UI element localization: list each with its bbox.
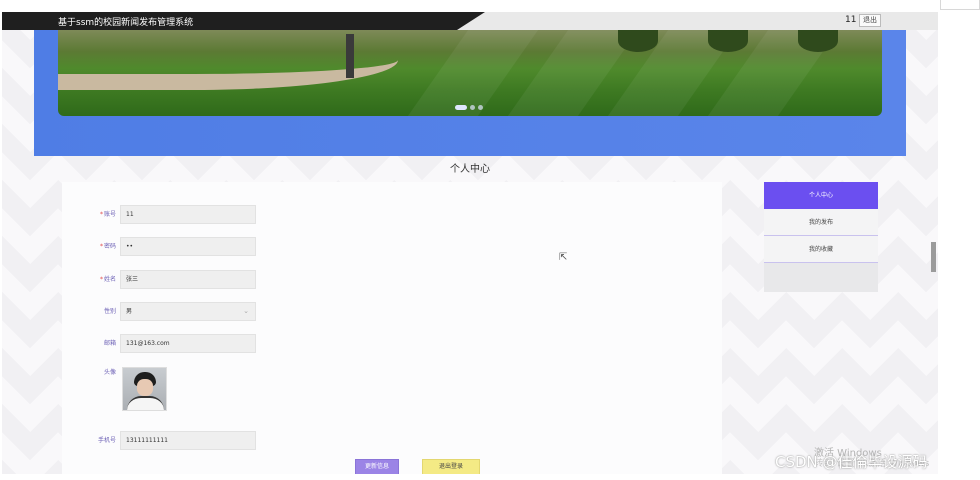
phone-field[interactable]: 13111111111 xyxy=(120,431,256,450)
carousel-dot[interactable] xyxy=(478,105,483,110)
carousel-indicators xyxy=(455,105,486,111)
scrollbar-thumb[interactable] xyxy=(931,242,936,272)
avatar-body xyxy=(127,396,164,410)
avatar-label: 头像 xyxy=(103,369,116,376)
section-title: 个人中心 xyxy=(450,164,490,175)
sidebar-item-my-posts[interactable]: 我的发布 xyxy=(764,209,878,236)
name-field[interactable]: 张三 xyxy=(120,270,256,289)
profile-form-card: *账号 11 *密码 •• *姓名 张三 性别 男 ⌄ 邮箱 131@163.co… xyxy=(62,182,722,474)
email-label: 邮箱 xyxy=(103,340,116,347)
banner-tree xyxy=(708,30,748,52)
gender-label: 性别 xyxy=(103,308,116,315)
carousel-dot[interactable] xyxy=(470,105,475,110)
password-label: *密码 xyxy=(62,237,116,257)
user-sidebar: 个人中心 我的发布 我的收藏 xyxy=(764,182,878,292)
banner-tree xyxy=(618,30,658,52)
avatar-face xyxy=(137,379,153,396)
email-field[interactable]: 131@163.com xyxy=(120,334,256,353)
site-title: 基于ssm的校园新闻发布管理系统 xyxy=(58,18,194,28)
account-label-text: 账号 xyxy=(103,211,116,218)
avatar-image[interactable] xyxy=(122,367,167,411)
logout-button[interactable]: 退出 xyxy=(859,14,881,27)
sidebar-item-personal-center[interactable]: 个人中心 xyxy=(764,182,878,209)
account-label: *账号 xyxy=(62,205,116,225)
carousel-dot-active[interactable] xyxy=(455,105,467,110)
banner-tree xyxy=(798,30,838,52)
page: 基于ssm的校园新闻发布管理系统 11 退出 个人中心 *账号 11 *密码 •… xyxy=(2,12,938,474)
password-label-text: 密码 xyxy=(103,243,116,250)
required-mark: * xyxy=(99,276,103,283)
gender-select[interactable]: 男 ⌄ xyxy=(120,302,256,321)
username-label: 11 xyxy=(845,15,857,25)
banner-carousel[interactable] xyxy=(58,30,882,116)
update-info-button[interactable]: 更新信息 xyxy=(355,459,399,474)
account-field[interactable]: 11 xyxy=(120,205,256,224)
name-label-text: 姓名 xyxy=(103,276,116,283)
mouse-cursor-icon: ⇱ xyxy=(559,252,568,263)
gender-value: 男 xyxy=(126,308,133,315)
required-mark: * xyxy=(99,211,103,218)
top-navbar: 基于ssm的校园新闻发布管理系统 11 退出 xyxy=(2,12,938,30)
window-edge-frame xyxy=(940,0,980,10)
sidebar-item-my-favorites[interactable]: 我的收藏 xyxy=(764,236,878,263)
password-field[interactable]: •• xyxy=(120,237,256,256)
required-mark: * xyxy=(99,243,103,250)
logout-account-button[interactable]: 退出登录 xyxy=(422,459,480,474)
phone-label: 手机号 xyxy=(97,437,116,444)
window-edge xyxy=(940,0,980,480)
name-label: *姓名 xyxy=(62,270,116,290)
banner-lamp-post xyxy=(346,34,354,78)
csdn-watermark: CSDN @佳倫毕设源码 xyxy=(775,453,928,471)
chevron-down-icon: ⌄ xyxy=(243,307,249,315)
